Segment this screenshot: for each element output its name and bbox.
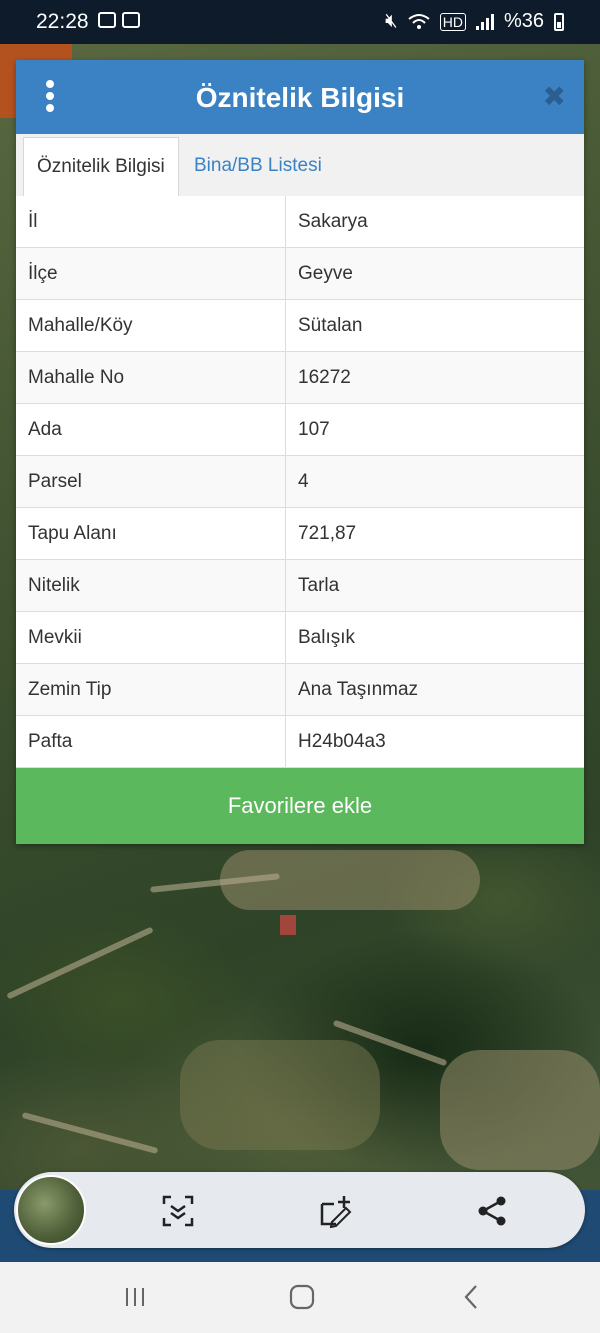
row-value: Sakarya: [298, 211, 368, 232]
image-icon: [98, 12, 116, 28]
system-nav-bar: [0, 1262, 600, 1333]
hd-icon: HD: [439, 12, 466, 31]
row-key: Tapu Alanı: [16, 508, 286, 559]
attribute-dialog: Öznitelik Bilgisi ✖ Öznitelik Bilgisi Bi…: [16, 60, 584, 844]
row-value: Geyve: [298, 263, 353, 284]
map-toolbar: [14, 1172, 585, 1248]
table-row: Tapu Alanı 721,87: [16, 508, 584, 560]
scan-icon[interactable]: [161, 1194, 195, 1228]
row-value: Ana Taşınmaz: [298, 679, 419, 700]
row-key: Zemin Tip: [16, 664, 286, 715]
map-thumbnail[interactable]: [16, 1175, 86, 1245]
tab-attribute-info[interactable]: Öznitelik Bilgisi: [23, 137, 179, 196]
edit-area-icon[interactable]: [318, 1194, 352, 1228]
share-icon[interactable]: [475, 1194, 509, 1228]
row-key: Mahalle/Köy: [16, 300, 286, 351]
table-row: İl Sakarya: [16, 196, 584, 248]
map-road: [21, 1111, 159, 1155]
row-key: Ada: [16, 404, 286, 455]
table-row: Pafta H24b04a3: [16, 716, 584, 768]
row-key: İl: [16, 196, 286, 247]
attribute-table: İl Sakarya İlçe Geyve Mahalle/Köy Sütalan M…: [16, 196, 584, 768]
status-time: 22:28: [36, 10, 89, 33]
building-marker: [280, 915, 296, 935]
row-value: 721,87: [298, 523, 357, 544]
back-icon[interactable]: [455, 1282, 489, 1312]
table-row: Nitelik Tarla: [16, 560, 584, 612]
row-key: Pafta: [16, 716, 286, 767]
table-row: Ada 107: [16, 404, 584, 456]
row-value: 16272: [298, 367, 351, 388]
tab-building-list[interactable]: Bina/BB Listesi: [181, 137, 335, 195]
calendar-icon: [122, 12, 140, 28]
row-value: 107: [298, 419, 330, 440]
row-key: Mahalle No: [16, 352, 286, 403]
table-row: Mahalle No 16272: [16, 352, 584, 404]
row-key: İlçe: [16, 248, 286, 299]
map-field: [180, 1040, 380, 1150]
row-key: Nitelik: [16, 560, 286, 611]
dialog-title: Öznitelik Bilgisi: [195, 82, 405, 113]
dialog-tabs: Öznitelik Bilgisi Bina/BB Listesi: [16, 134, 584, 197]
add-to-favorites-button[interactable]: Favorilere ekle: [16, 768, 584, 844]
table-row: Mevkii Balışık: [16, 612, 584, 664]
row-value: Balışık: [298, 627, 356, 648]
signal-icon: [475, 13, 494, 30]
battery-icon: [554, 12, 564, 31]
row-key: Mevkii: [16, 612, 286, 663]
map-road: [6, 926, 154, 1000]
wifi-icon: [408, 13, 430, 29]
table-row: Zemin Tip Ana Taşınmaz: [16, 664, 584, 716]
row-value: Sütalan: [298, 315, 363, 336]
status-bar: 22:28 🔇︎ HD %36: [0, 0, 600, 44]
close-icon[interactable]: ✖: [543, 80, 566, 113]
home-icon[interactable]: [285, 1282, 319, 1312]
table-row: Parsel 4: [16, 456, 584, 508]
row-key: Parsel: [16, 456, 286, 507]
row-value: H24b04a3: [298, 731, 386, 752]
recents-icon[interactable]: [118, 1282, 152, 1312]
map-field: [440, 1050, 600, 1170]
row-value: 4: [298, 471, 309, 492]
dialog-header: Öznitelik Bilgisi ✖: [16, 60, 584, 134]
row-value: Tarla: [298, 575, 340, 596]
table-row: Mahalle/Köy Sütalan: [16, 300, 584, 352]
table-row: İlçe Geyve: [16, 248, 584, 300]
mute-icon: 🔇︎: [385, 10, 398, 32]
battery-percent: %36: [503, 10, 544, 32]
